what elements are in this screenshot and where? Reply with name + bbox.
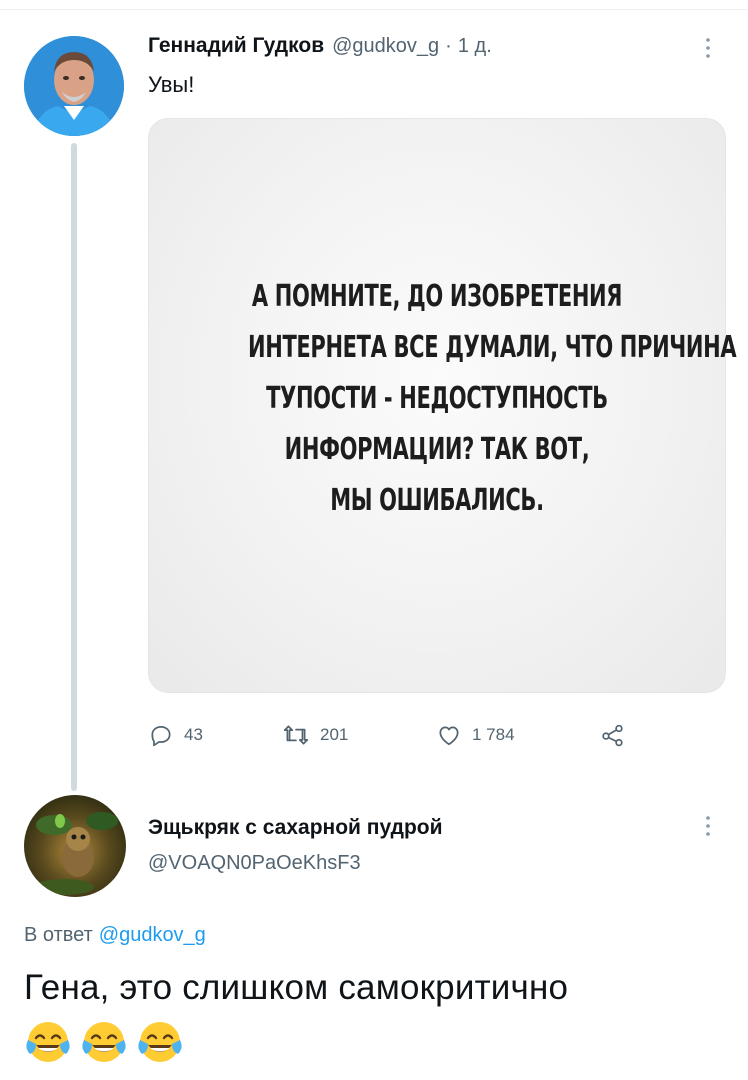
- reply-text: Гена, это слишком самокритично: [24, 968, 569, 1007]
- avatar-photo-icon: [24, 36, 124, 136]
- author-avatar[interactable]: [24, 36, 124, 136]
- thread-connector: [71, 143, 77, 791]
- reply-emojis: [24, 1018, 184, 1066]
- share-button[interactable]: [600, 718, 626, 752]
- like-count: 1 784: [472, 725, 515, 744]
- share-icon: [602, 724, 623, 747]
- retweet-icon: [283, 725, 309, 745]
- more-options-icon[interactable]: [696, 34, 720, 62]
- replying-to: В ответ @gudkov_g: [24, 924, 206, 947]
- media-line: ИНФОРМАЦИИ? ТАК ВОТ,: [284, 432, 590, 467]
- reply-author-handle[interactable]: @VOAQN0PaOeKhsF3: [148, 852, 361, 875]
- heart-icon: [439, 726, 459, 746]
- avatar-photo-icon: [24, 795, 126, 897]
- face-with-tears-of-joy-icon: [26, 1022, 70, 1062]
- replying-to-mention[interactable]: @gudkov_g: [99, 924, 206, 946]
- top-divider: [0, 0, 748, 10]
- face-with-tears-of-joy-icon: [82, 1022, 126, 1062]
- tweet-actions: 43 201 1 784: [148, 718, 668, 752]
- reply-icon: [151, 726, 171, 747]
- reply-count: 43: [184, 725, 203, 744]
- tweet-timestamp[interactable]: 1 д.: [458, 35, 492, 58]
- tweet-media-image[interactable]: А ПОМНИТЕ, ДО ИЗОБРЕТЕНИЯ ИНТЕРНЕТА ВСЕ …: [148, 118, 737, 693]
- media-line: А ПОМНИТЕ, ДО ИЗОБРЕТЕНИЯ: [251, 279, 623, 314]
- separator-dot: ·: [445, 35, 452, 57]
- reply-author-name[interactable]: Эщькряк с сахарной пудрой: [148, 816, 443, 840]
- media-line: ИНТЕРНЕТА ВСЕ ДУМАЛИ, ЧТО ПРИЧИНА: [248, 330, 737, 365]
- retweet-button[interactable]: 201: [282, 718, 348, 752]
- like-button[interactable]: 1 784: [436, 718, 515, 752]
- media-line: ТУПОСТИ - НЕДОСТУПНОСТЬ: [266, 381, 608, 416]
- tweet-header: Геннадий Гудков @gudkov_g · 1 д.: [148, 34, 492, 62]
- reply-button[interactable]: 43: [148, 718, 203, 752]
- replying-to-label: В ответ: [24, 924, 93, 946]
- face-with-tears-of-joy-icon: [138, 1022, 182, 1062]
- more-options-icon[interactable]: [696, 812, 720, 840]
- author-name[interactable]: Геннадий Гудков: [148, 34, 324, 58]
- media-line: МЫ ОШИБАЛИСЬ.: [330, 483, 544, 518]
- tweet-text: Увы!: [148, 72, 195, 97]
- reply-author-avatar[interactable]: [24, 795, 126, 897]
- author-handle[interactable]: @gudkov_g: [332, 35, 439, 58]
- retweet-count: 201: [320, 725, 349, 744]
- media-caption: А ПОМНИТЕ, ДО ИЗОБРЕТЕНИЯ ИНТЕРНЕТА ВСЕ …: [248, 271, 737, 526]
